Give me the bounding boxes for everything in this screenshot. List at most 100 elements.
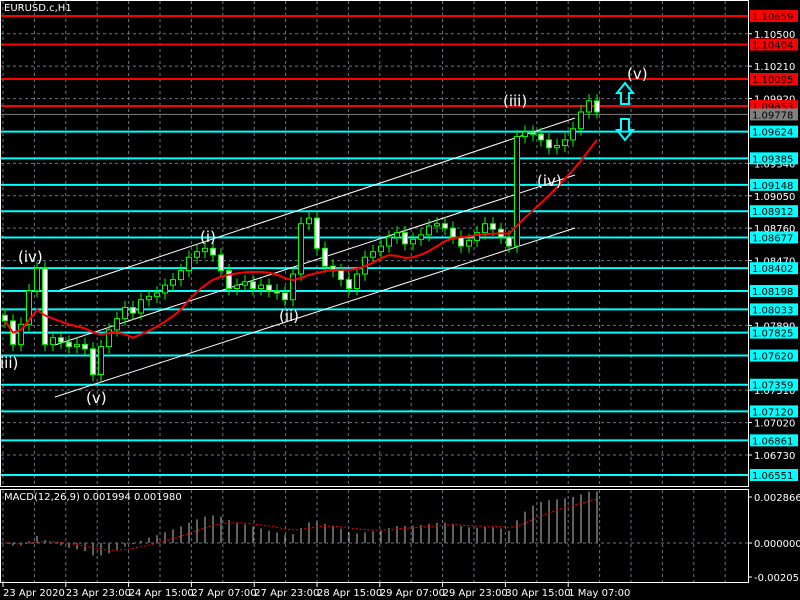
price-tick-label: 1.06730 [754, 451, 795, 462]
candle-body [250, 281, 256, 290]
price-level-label: 1.07620 [752, 352, 793, 363]
wave-label: iii) [0, 354, 18, 372]
candle-body [210, 247, 216, 256]
candle-body [474, 232, 480, 241]
candle-body [354, 273, 360, 290]
candle-body [122, 307, 128, 320]
candle-body [138, 299, 144, 314]
price-level-label: 1.09148 [752, 181, 793, 192]
candle-body [66, 341, 72, 348]
price-level-label: 1.09385 [752, 154, 793, 165]
candle-body [386, 236, 392, 247]
candle-body [218, 254, 224, 272]
candle-body [114, 318, 120, 331]
wave-label: (v) [627, 65, 648, 83]
price-level-label: 1.10095 [752, 75, 793, 86]
candle-body [186, 256, 192, 272]
time-axis-label: 28 Apr 15:00 [317, 588, 382, 599]
candle-body [74, 343, 80, 348]
candle-body [2, 314, 8, 322]
time-axis-label: 23 Apr 23:00 [66, 588, 131, 599]
candle-body [442, 223, 448, 229]
candle-body [434, 223, 440, 227]
wave-label: (iv) [18, 248, 43, 266]
price-tick-label: 1.10210 [754, 62, 795, 73]
price-level-label: 1.08677 [752, 233, 793, 244]
candle-body [594, 100, 600, 113]
candle-body [306, 217, 312, 225]
time-axis-label: 23 Apr 2020 [3, 588, 65, 599]
price-level-label: 1.06551 [752, 471, 793, 482]
wave-label: (v) [86, 389, 107, 407]
time-axis-label: 29 Apr 07:00 [380, 588, 445, 599]
candle-body [162, 284, 168, 294]
candle-body [522, 131, 528, 138]
wave-label: (iii) [503, 92, 527, 110]
candle-body [194, 251, 200, 258]
candle-body [234, 284, 240, 290]
price-level-label: 1.08198 [752, 287, 793, 298]
candle-body [394, 232, 400, 238]
price-level-label: 1.08402 [752, 264, 793, 275]
candle-body [546, 139, 552, 149]
macd-tick-label: 0.002866 [754, 493, 800, 504]
price-level-label: 1.10659 [752, 12, 793, 23]
candle-body [146, 295, 152, 301]
time-axis-label: 27 Apr 23:00 [254, 588, 319, 599]
candle-body [370, 251, 376, 258]
candle-body [202, 247, 208, 253]
candle-body [378, 245, 384, 253]
candle-body [490, 223, 496, 230]
time-axis-label: 1 May 07:00 [568, 588, 630, 599]
candle-body [450, 227, 456, 238]
candle-body [226, 270, 232, 290]
macd-tick-label: -0.002055 [754, 573, 800, 584]
candle-body [482, 223, 488, 234]
time-axis-label: 30 Apr 15:00 [505, 588, 570, 599]
price-level-label: 1.07825 [752, 329, 793, 340]
wave-label: (i) [200, 228, 216, 246]
macd-label: MACD(12,26,9) 0.001994 0.001980 [4, 492, 182, 503]
price-level-label: 1.09624 [752, 128, 793, 139]
candle-body [426, 225, 432, 236]
price-level-label: 1.06861 [752, 436, 793, 447]
candle-body [170, 279, 176, 286]
candle-body [514, 136, 520, 247]
candle-body [130, 307, 136, 314]
price-tick-label: 1.09050 [754, 192, 795, 203]
candle-body [554, 144, 560, 149]
candle-body [90, 348, 96, 376]
candle-body [570, 128, 576, 141]
candle-body [50, 337, 56, 345]
candle-body [338, 270, 344, 281]
candle-body [298, 223, 304, 275]
macd-panel-frame [0, 489, 749, 583]
wave-label: (ii) [279, 307, 299, 325]
candle-body [458, 236, 464, 247]
price-level-label: 1.09778 [752, 110, 793, 121]
candle-body [178, 270, 184, 281]
candle-body [42, 267, 48, 345]
price-level-label: 1.07359 [752, 381, 793, 392]
candle-body [282, 292, 288, 301]
candle-body [154, 292, 160, 297]
time-axis-label: 27 Apr 07:00 [191, 588, 256, 599]
candle-body [402, 232, 408, 245]
time-axis-label: 29 Apr 23:00 [443, 588, 508, 599]
candle-body [314, 217, 320, 249]
candle-body [410, 238, 416, 245]
candle-body [82, 343, 88, 350]
candle-body [346, 279, 352, 290]
candle-body [34, 267, 40, 292]
candle-body [98, 346, 104, 376]
candle-body [290, 273, 296, 301]
candle-body [538, 133, 544, 141]
channel-line [59, 117, 576, 291]
chart-title: EURUSD.c,H1 [4, 3, 72, 14]
macd-tick-label: 0.000000 [754, 539, 800, 550]
price-level-label: 1.10404 [752, 40, 793, 51]
candle-body [322, 247, 328, 267]
candle-body [506, 236, 512, 247]
chart-canvas[interactable]: 1.105001.102101.099201.093401.090501.087… [0, 0, 800, 600]
candle-body [274, 290, 280, 294]
